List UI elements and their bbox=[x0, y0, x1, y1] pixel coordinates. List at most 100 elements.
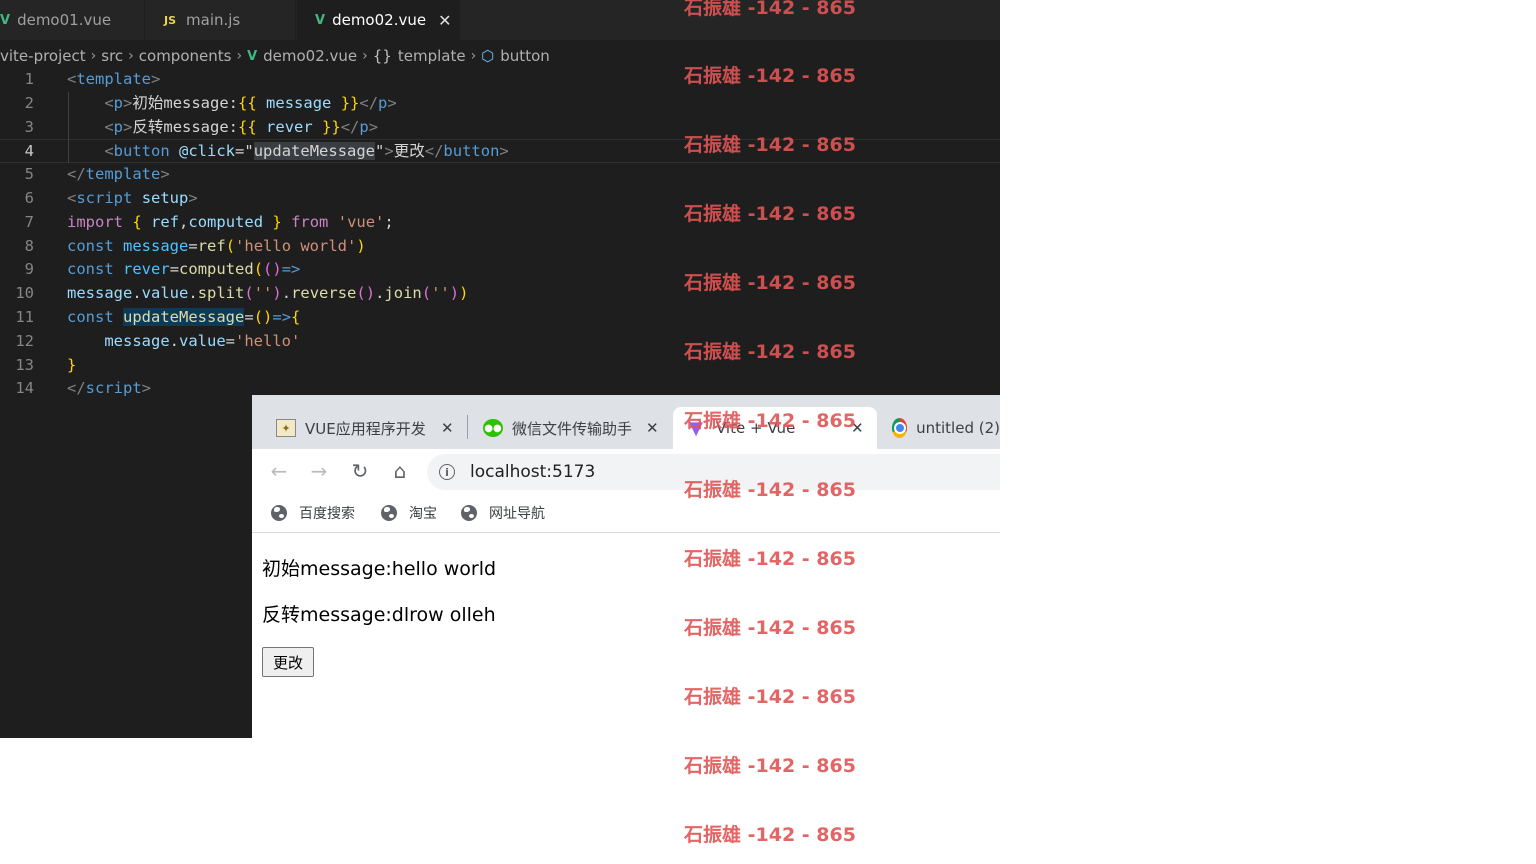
breadcrumb-item[interactable]: button bbox=[500, 47, 549, 65]
line-number: 5 bbox=[24, 165, 34, 184]
code-line[interactable]: 11 const updateMessage=()=>{ bbox=[0, 306, 1000, 330]
editor-tab-demo01[interactable]: V demo01.vue bbox=[0, 0, 145, 40]
bookmark-nav[interactable]: 网址导航 bbox=[461, 503, 545, 523]
code-token: split bbox=[197, 284, 245, 303]
code-token: script bbox=[76, 188, 133, 207]
code-token: ( bbox=[244, 284, 254, 303]
code-token: ; bbox=[384, 212, 394, 231]
code-token: > bbox=[499, 142, 509, 161]
reload-icon[interactable]: ↻ bbox=[346, 457, 374, 485]
breadcrumb-item[interactable]: vite-project bbox=[0, 47, 86, 65]
breadcrumb-item[interactable]: demo02.vue bbox=[263, 47, 357, 65]
watermark-text: 石振雄 -142 - 865 bbox=[684, 824, 856, 846]
code-token: rever bbox=[266, 117, 313, 136]
browser-tab-wechat[interactable]: ●● 微信文件传输助手 bbox=[473, 407, 673, 449]
forward-arrow-icon[interactable]: → bbox=[305, 457, 333, 485]
code-token: 初始message: bbox=[132, 93, 239, 112]
browser-window: ✦ VUE应用程序开发 ✕ ●● 微信文件传输助手 ✕ ▼ Vite + Vue… bbox=[252, 395, 1000, 738]
line-number: 9 bbox=[24, 260, 34, 279]
code-token: . bbox=[281, 284, 292, 303]
reversed-message-text: 反转message:dlrow olleh bbox=[262, 604, 496, 626]
code-token: message bbox=[104, 331, 170, 350]
code-token: > bbox=[123, 93, 133, 112]
code-token: > bbox=[141, 379, 152, 398]
code-line-text: </template> bbox=[67, 163, 170, 187]
breadcrumb-item[interactable]: components bbox=[139, 47, 232, 65]
code-token: const bbox=[67, 260, 114, 279]
chevron-right-icon: › bbox=[128, 48, 134, 64]
code-token: > bbox=[151, 70, 161, 88]
globe-icon bbox=[461, 505, 477, 521]
code-line[interactable]: 8 const message=ref('hello world') bbox=[0, 235, 1000, 259]
breadcrumb-item[interactable]: src bbox=[101, 47, 123, 65]
code-token: '' bbox=[431, 284, 450, 303]
watermark-text: 石振雄 -142 - 865 bbox=[684, 341, 856, 363]
editor-tab-demo02[interactable]: V demo02.vue ✕ bbox=[297, 0, 460, 40]
watermark-text: 石振雄 -142 - 865 bbox=[684, 755, 856, 777]
globe-icon bbox=[381, 505, 397, 521]
code-token: > bbox=[160, 165, 170, 184]
code-token: </ bbox=[67, 379, 86, 398]
watermark-text: 石振雄 -142 - 865 bbox=[684, 548, 856, 570]
code-line-text: const updateMessage=()=>{ bbox=[67, 306, 300, 330]
info-icon[interactable]: i bbox=[439, 464, 455, 480]
url-text[interactable]: localhost:5173 bbox=[470, 462, 595, 482]
browser-tab-vue-app[interactable]: ✦ VUE应用程序开发 bbox=[266, 407, 466, 449]
code-token: computed bbox=[179, 260, 254, 279]
chrome-icon bbox=[892, 418, 908, 438]
browser-tab-untitled[interactable]: untitled (2) bbox=[882, 407, 1000, 449]
line-number: 12 bbox=[15, 331, 34, 350]
code-token: . bbox=[375, 284, 385, 303]
page-content: 初始message:hello world 反转message:dlrow ol… bbox=[252, 533, 1000, 738]
code-token: join bbox=[384, 284, 422, 303]
bookmark-baidu[interactable]: 百度搜索 bbox=[271, 503, 355, 523]
home-icon[interactable]: ⌂ bbox=[386, 457, 414, 485]
code-line-text: </script> bbox=[67, 377, 151, 401]
bookmark-taobao[interactable]: 淘宝 bbox=[381, 503, 437, 523]
globe-icon bbox=[271, 505, 287, 521]
code-token: updateMessage bbox=[253, 142, 376, 161]
watermark-text: 石振雄 -142 - 865 bbox=[684, 65, 856, 87]
code-token: computed bbox=[188, 212, 264, 231]
code-token: ( bbox=[421, 284, 432, 303]
code-token: template bbox=[85, 165, 161, 184]
code-token: 'vue' bbox=[337, 212, 385, 231]
code-token: }} bbox=[322, 117, 341, 136]
cube-icon: ⬡ bbox=[481, 47, 495, 65]
chevron-right-icon: › bbox=[362, 48, 368, 64]
code-token: button bbox=[113, 142, 170, 161]
code-token: ref bbox=[151, 212, 180, 231]
close-icon[interactable]: ✕ bbox=[441, 419, 454, 437]
code-line[interactable]: 2 <p>初始message:{{ message }}</p> bbox=[0, 92, 1000, 116]
code-token: . bbox=[188, 284, 198, 303]
chevron-right-icon: › bbox=[236, 48, 243, 64]
code-token: const bbox=[67, 236, 114, 255]
code-token: } bbox=[272, 212, 282, 231]
code-token: < bbox=[104, 93, 114, 112]
code-line[interactable]: 5 </template> bbox=[0, 163, 1000, 187]
vue-file-icon: V bbox=[315, 12, 326, 28]
browser-tab-label: 微信文件传输助手 bbox=[512, 419, 633, 438]
close-icon[interactable]: ✕ bbox=[646, 419, 659, 437]
code-token: script bbox=[85, 379, 142, 398]
code-token: '' bbox=[253, 284, 273, 303]
code-token: value bbox=[141, 284, 189, 303]
line-number: 4 bbox=[24, 142, 34, 161]
close-icon[interactable]: ✕ bbox=[438, 11, 451, 30]
editor-tab-main-js[interactable]: JS main.js bbox=[146, 0, 296, 40]
line-number: 2 bbox=[24, 93, 34, 112]
back-arrow-icon[interactable]: ← bbox=[265, 457, 293, 485]
code-token: { bbox=[132, 212, 142, 231]
line-number: 11 bbox=[15, 307, 34, 326]
line-number: 1 bbox=[24, 70, 34, 88]
code-token: " bbox=[375, 142, 385, 161]
code-token: from bbox=[291, 212, 329, 231]
update-button[interactable]: 更改 bbox=[262, 647, 314, 677]
breadcrumb-item[interactable]: template bbox=[398, 47, 466, 65]
